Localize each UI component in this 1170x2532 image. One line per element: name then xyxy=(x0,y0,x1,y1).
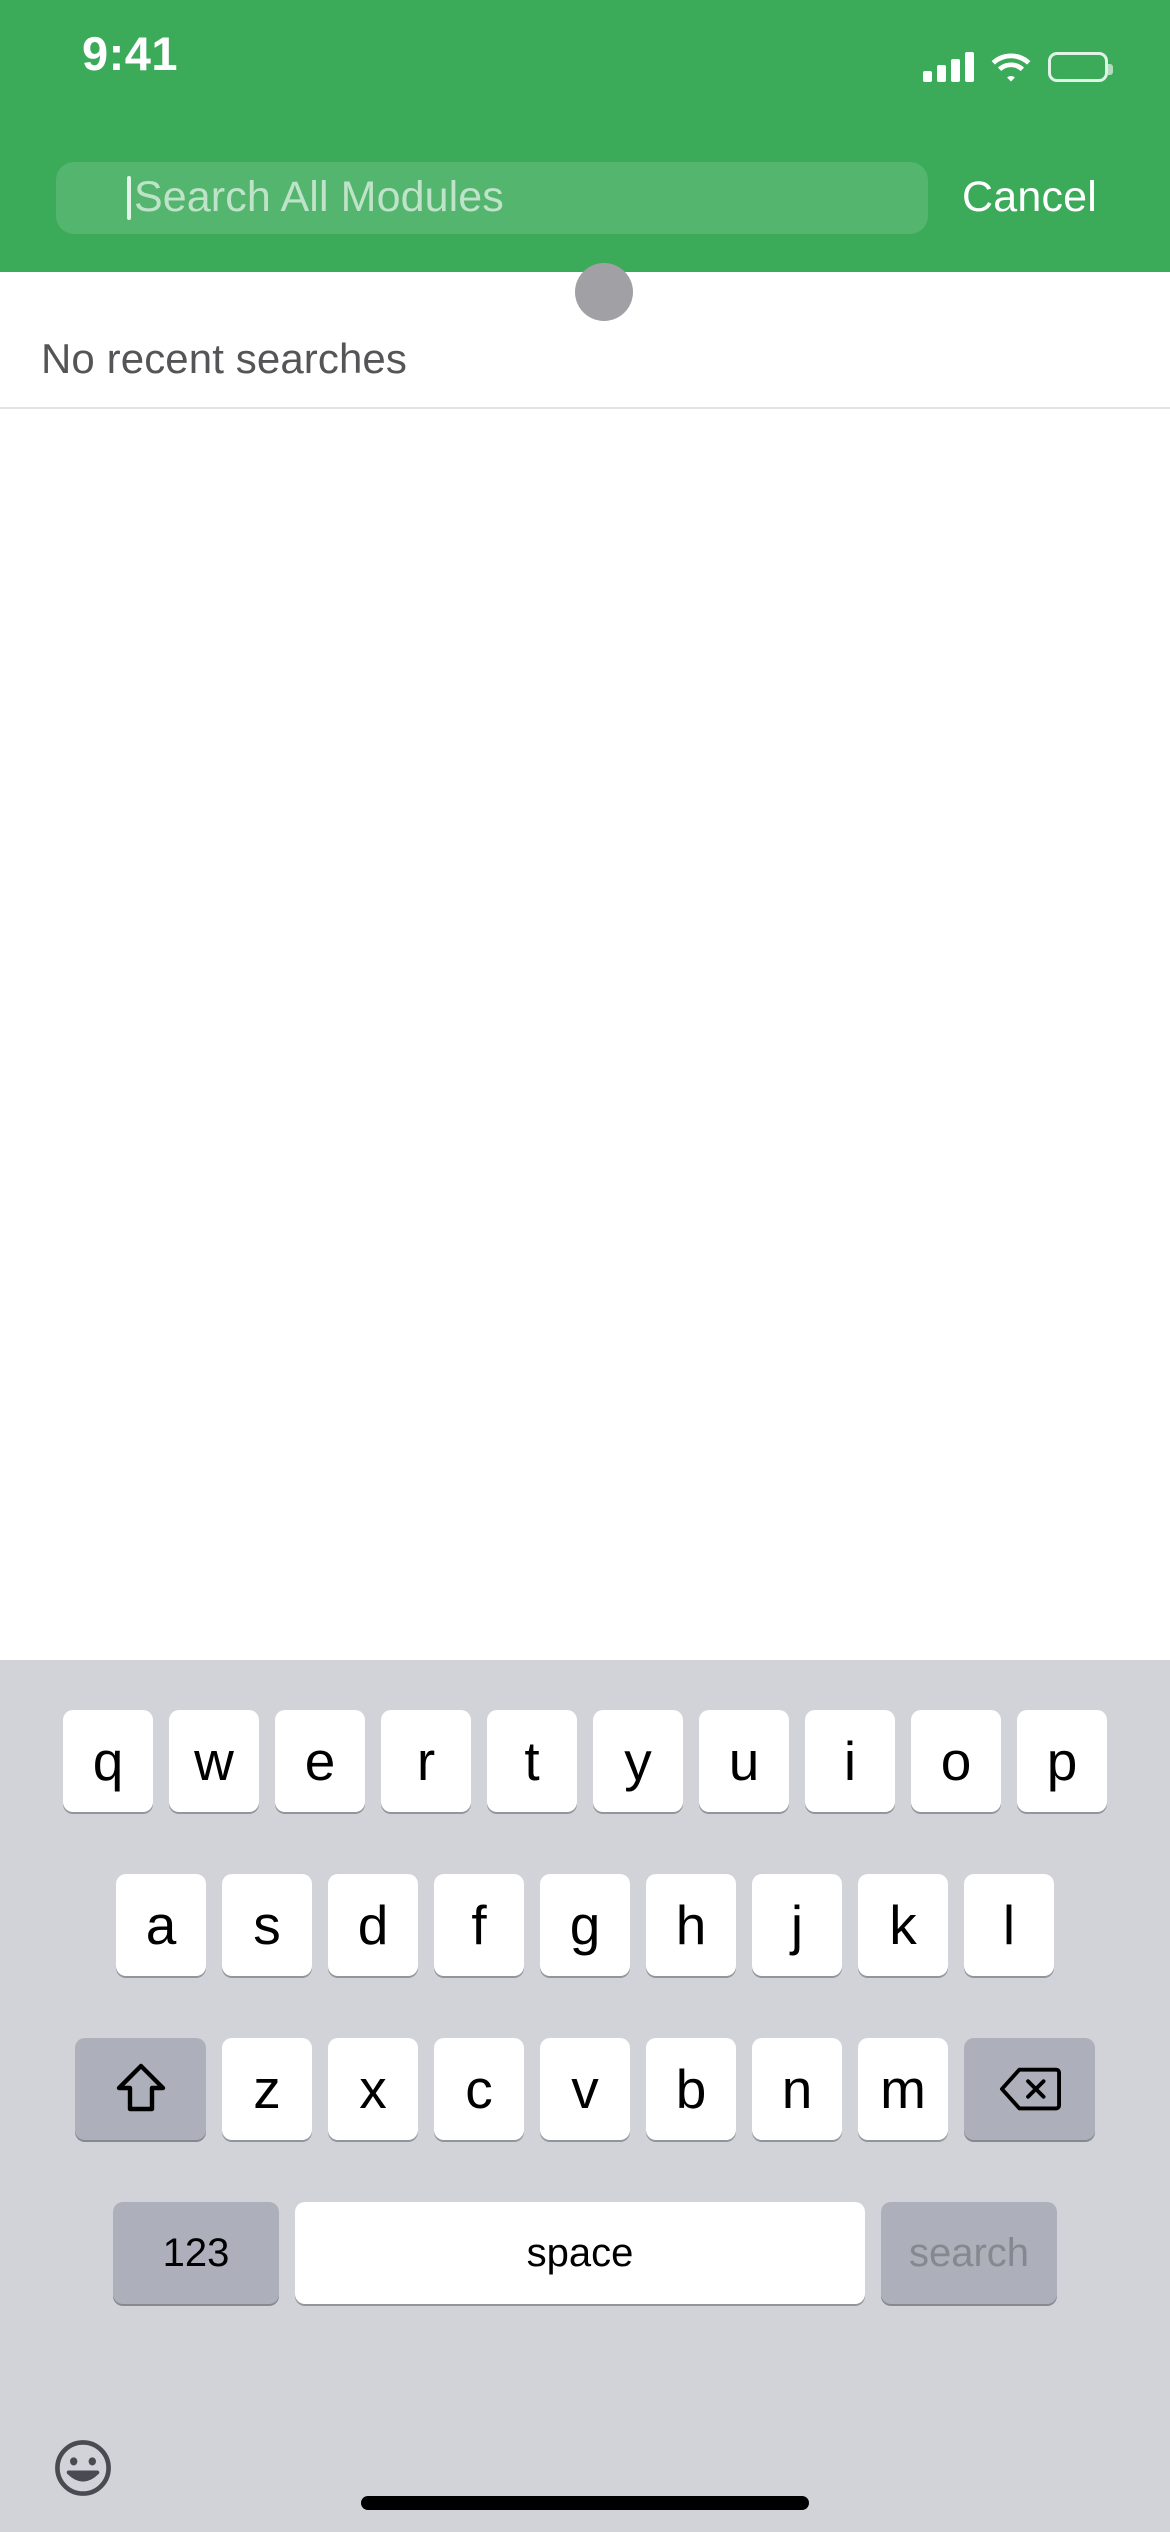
status-bar-icons xyxy=(923,42,1113,82)
keyboard-row-3: z x c v b n m xyxy=(0,2038,1170,2140)
no-recent-searches-label: No recent searches xyxy=(41,335,407,382)
key-q[interactable]: q xyxy=(63,1710,153,1812)
key-r[interactable]: r xyxy=(381,1710,471,1812)
key-m[interactable]: m xyxy=(858,2038,948,2140)
phone-screen: 9:41 Search All Modules Cancel No recent… xyxy=(0,0,1170,2532)
cancel-button[interactable]: Cancel xyxy=(962,173,1097,222)
key-j[interactable]: j xyxy=(752,1874,842,1976)
key-e[interactable]: e xyxy=(275,1710,365,1812)
key-a[interactable]: a xyxy=(116,1874,206,1976)
key-search-return[interactable]: search xyxy=(881,2202,1057,2304)
key-c[interactable]: c xyxy=(434,2038,524,2140)
keyboard-row-2: a s d f g h j k l xyxy=(0,1874,1170,1976)
search-input[interactable]: Search All Modules xyxy=(56,161,928,234)
key-p[interactable]: p xyxy=(1017,1710,1107,1812)
cellular-bars-icon xyxy=(923,52,974,82)
key-b[interactable]: b xyxy=(646,2038,736,2140)
key-z[interactable]: z xyxy=(222,2038,312,2140)
keyboard-row-1: q w e r t y u i o p xyxy=(0,1710,1170,1812)
key-s[interactable]: s xyxy=(222,1874,312,1976)
key-shift[interactable] xyxy=(75,2038,206,2140)
key-g[interactable]: g xyxy=(540,1874,630,1976)
key-h[interactable]: h xyxy=(646,1874,736,1976)
wifi-icon xyxy=(990,52,1032,82)
on-screen-keyboard: q w e r t y u i o p a s d f g h j k l z … xyxy=(0,1660,1170,2532)
shift-arrow-icon xyxy=(115,2061,167,2117)
search-input-placeholder: Search All Modules xyxy=(134,173,504,221)
key-o[interactable]: o xyxy=(911,1710,1001,1812)
key-space[interactable]: space xyxy=(295,2202,865,2304)
backspace-delete-icon xyxy=(999,2065,1061,2113)
emoji-smiley-icon xyxy=(52,2437,114,2499)
text-caret xyxy=(127,175,131,220)
key-k[interactable]: k xyxy=(858,1874,948,1976)
search-header: 9:41 Search All Modules Cancel xyxy=(0,0,1170,272)
key-y[interactable]: y xyxy=(593,1710,683,1812)
key-t[interactable]: t xyxy=(487,1710,577,1812)
search-results-area: No recent searches xyxy=(0,272,1170,1660)
key-emoji-switch[interactable] xyxy=(52,2437,114,2499)
key-w[interactable]: w xyxy=(169,1710,259,1812)
touch-cursor-indicator xyxy=(575,263,633,321)
section-divider xyxy=(0,407,1170,409)
key-delete[interactable] xyxy=(964,2038,1095,2140)
search-bar-row: Search All Modules Cancel xyxy=(0,155,1170,240)
key-d[interactable]: d xyxy=(328,1874,418,1976)
status-bar: 9:41 xyxy=(0,0,1170,100)
keyboard-row-4: 123 space search xyxy=(0,2202,1170,2304)
status-bar-time: 9:41 xyxy=(82,27,179,80)
home-indicator[interactable] xyxy=(361,2496,809,2510)
key-numeric-switch[interactable]: 123 xyxy=(113,2202,279,2304)
key-v[interactable]: v xyxy=(540,2038,630,2140)
key-f[interactable]: f xyxy=(434,1874,524,1976)
key-x[interactable]: x xyxy=(328,2038,418,2140)
key-i[interactable]: i xyxy=(805,1710,895,1812)
key-n[interactable]: n xyxy=(752,2038,842,2140)
key-u[interactable]: u xyxy=(699,1710,789,1812)
key-l[interactable]: l xyxy=(964,1874,1054,1976)
battery-icon xyxy=(1048,52,1113,82)
